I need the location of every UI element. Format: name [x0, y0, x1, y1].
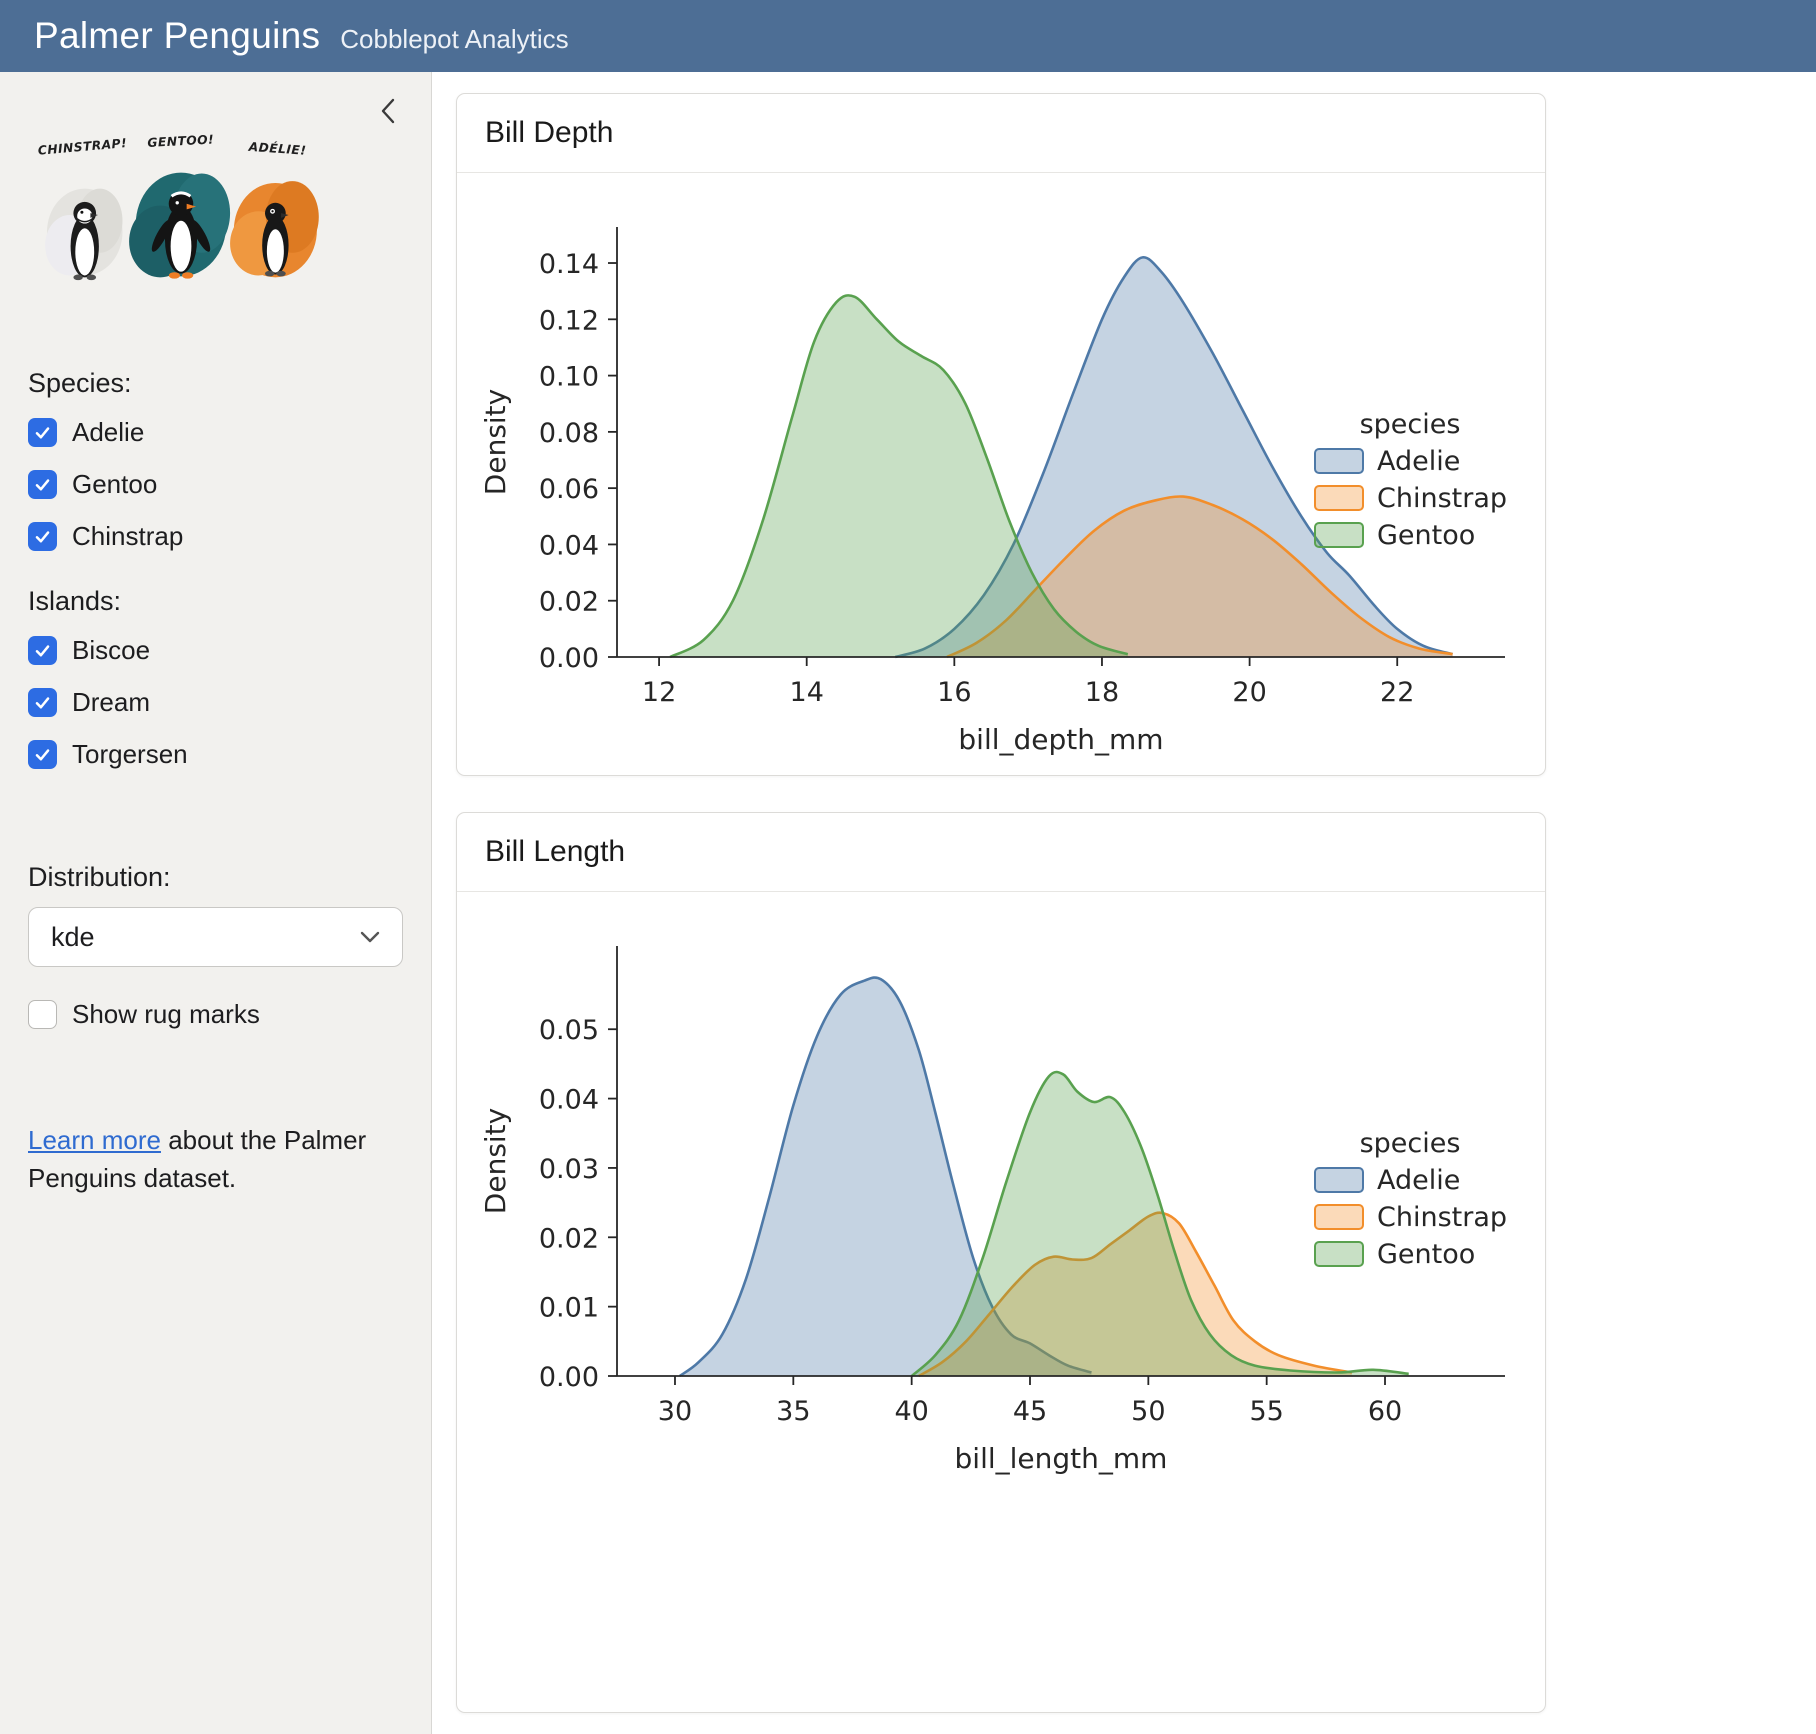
species-section-label: Species: [28, 368, 403, 399]
app-subtitle: Cobblepot Analytics [340, 24, 568, 55]
svg-text:bill_length_mm: bill_length_mm [955, 1442, 1168, 1475]
checkbox-label: Biscoe [72, 635, 150, 666]
svg-text:0.00: 0.00 [539, 643, 599, 674]
svg-text:bill_depth_mm: bill_depth_mm [958, 723, 1163, 756]
checkbox-label: Chinstrap [72, 521, 183, 552]
svg-text:species: species [1360, 409, 1461, 440]
sidebar: CHINSTRAP! GENTOO! [0, 72, 432, 1734]
svg-text:0.14: 0.14 [539, 249, 599, 280]
learn-more-link[interactable]: Learn more [28, 1125, 161, 1155]
distribution-select[interactable]: kde [28, 907, 403, 967]
distribution-selected-value: kde [51, 922, 95, 953]
dataset-note: Learn more about the Palmer Penguins dat… [28, 1122, 378, 1197]
bill-depth-card-body: 12 14 16 18 20 22 0.00 0.02 0.04 0.06 0.08 0.10 0.12… [457, 173, 1545, 775]
gentoo-checkbox[interactable] [28, 470, 57, 499]
svg-text:0.08: 0.08 [539, 418, 599, 449]
legend: species Adelie Chinstrap Gentoo [1315, 1128, 1507, 1270]
check-icon [33, 693, 52, 712]
svg-text:0.03: 0.03 [539, 1154, 599, 1185]
check-icon [33, 527, 52, 546]
dream-checkbox[interactable] [28, 688, 57, 717]
checkbox-label: Dream [72, 687, 150, 718]
svg-text:0.06: 0.06 [539, 474, 599, 505]
legend: species Adelie Chinstrap Gentoo [1315, 409, 1507, 551]
bill-length-card-title: Bill Length [457, 813, 1545, 892]
bill-depth-card: Bill Depth 12 14 16 18 20 22 0.00 0.02 0.04 0.06 0… [456, 93, 1546, 776]
svg-text:0.02: 0.02 [539, 1223, 599, 1254]
species-option-chinstrap[interactable]: Chinstrap [28, 521, 403, 552]
svg-text:0.04: 0.04 [539, 530, 599, 561]
biscoe-checkbox[interactable] [28, 636, 57, 665]
chinstrap-art-label: CHINSTRAP! [37, 136, 127, 158]
svg-text:0.04: 0.04 [539, 1085, 599, 1116]
svg-text:45: 45 [1013, 1396, 1047, 1427]
svg-text:Chinstrap: Chinstrap [1377, 483, 1507, 514]
svg-text:Density: Density [479, 1108, 512, 1214]
svg-text:12: 12 [642, 677, 676, 708]
gentoo-art-label: GENTOO! [147, 132, 214, 149]
bill-length-chart: 30 35 40 45 50 55 60 0.00 0.01 0.02 0.03 0.04 0.05 bi… [465, 906, 1535, 1481]
sidebar-collapse-button[interactable] [369, 92, 407, 130]
svg-text:35: 35 [776, 1396, 810, 1427]
check-icon [33, 745, 52, 764]
island-option-biscoe[interactable]: Biscoe [28, 635, 403, 666]
checkbox-label: Show rug marks [72, 999, 260, 1030]
svg-text:Gentoo: Gentoo [1377, 1239, 1475, 1270]
check-icon [33, 423, 52, 442]
bill-depth-chart: 12 14 16 18 20 22 0.00 0.02 0.04 0.06 0.08 0.10 0.12… [465, 187, 1535, 762]
svg-text:0.12: 0.12 [539, 305, 599, 336]
check-icon [33, 475, 52, 494]
app-title: Palmer Penguins [34, 15, 320, 57]
adelie-art-label: ADÉLIE! [247, 139, 307, 158]
chevron-down-icon [360, 931, 380, 943]
bill-length-card-body: 30 35 40 45 50 55 60 0.00 0.01 0.02 0.03 0.04 0.05 bi… [457, 892, 1545, 1494]
app-layout: CHINSTRAP! GENTOO! [0, 72, 1816, 1734]
svg-text:55: 55 [1249, 1396, 1283, 1427]
rug-marks-option[interactable]: Show rug marks [28, 999, 403, 1030]
checkbox-label: Torgersen [72, 739, 188, 770]
species-option-gentoo[interactable]: Gentoo [28, 469, 403, 500]
adelie-penguin-art: ADÉLIE! [230, 139, 319, 278]
svg-text:14: 14 [790, 677, 824, 708]
svg-text:species: species [1360, 1128, 1461, 1159]
main-content: Bill Depth 12 14 16 18 20 22 0.00 0.02 0.04 0.06 0… [432, 72, 1816, 1734]
torgersen-checkbox[interactable] [28, 740, 57, 769]
adelie-checkbox[interactable] [28, 418, 57, 447]
svg-text:22: 22 [1380, 677, 1414, 708]
gentoo-penguin-art: GENTOO! [129, 132, 230, 278]
svg-text:16: 16 [937, 677, 971, 708]
islands-section-label: Islands: [28, 586, 403, 617]
svg-text:Density: Density [479, 389, 512, 495]
svg-text:0.00: 0.00 [539, 1362, 599, 1393]
check-icon [33, 641, 52, 660]
island-option-torgersen[interactable]: Torgersen [28, 739, 403, 770]
penguins-illustration: CHINSTRAP! GENTOO! [30, 126, 332, 306]
svg-text:0.10: 0.10 [539, 362, 599, 393]
app-header: Palmer Penguins Cobblepot Analytics [0, 0, 1816, 72]
svg-text:Adelie: Adelie [1377, 1165, 1460, 1196]
checkbox-label: Adelie [72, 417, 144, 448]
bill-depth-card-title: Bill Depth [457, 94, 1545, 173]
svg-text:60: 60 [1368, 1396, 1402, 1427]
svg-text:0.01: 0.01 [539, 1293, 599, 1324]
svg-text:20: 20 [1232, 677, 1266, 708]
svg-text:30: 30 [658, 1396, 692, 1427]
checkbox-label: Gentoo [72, 469, 157, 500]
species-option-adelie[interactable]: Adelie [28, 417, 403, 448]
rug-marks-checkbox[interactable] [28, 1000, 57, 1029]
svg-text:18: 18 [1085, 677, 1119, 708]
svg-text:40: 40 [894, 1396, 928, 1427]
island-option-dream[interactable]: Dream [28, 687, 403, 718]
chinstrap-checkbox[interactable] [28, 522, 57, 551]
chevron-left-icon [380, 98, 396, 124]
svg-text:Adelie: Adelie [1377, 446, 1460, 477]
svg-text:0.02: 0.02 [539, 587, 599, 618]
chinstrap-penguin-art: CHINSTRAP! [37, 136, 127, 280]
bill-length-card: Bill Length 30 35 40 45 50 55 60 0.00 0.01 0.02 0.… [456, 812, 1546, 1713]
svg-text:Chinstrap: Chinstrap [1377, 1202, 1507, 1233]
svg-text:50: 50 [1131, 1396, 1165, 1427]
svg-text:0.05: 0.05 [539, 1015, 599, 1046]
svg-text:Gentoo: Gentoo [1377, 520, 1475, 551]
distribution-section-label: Distribution: [28, 862, 403, 893]
